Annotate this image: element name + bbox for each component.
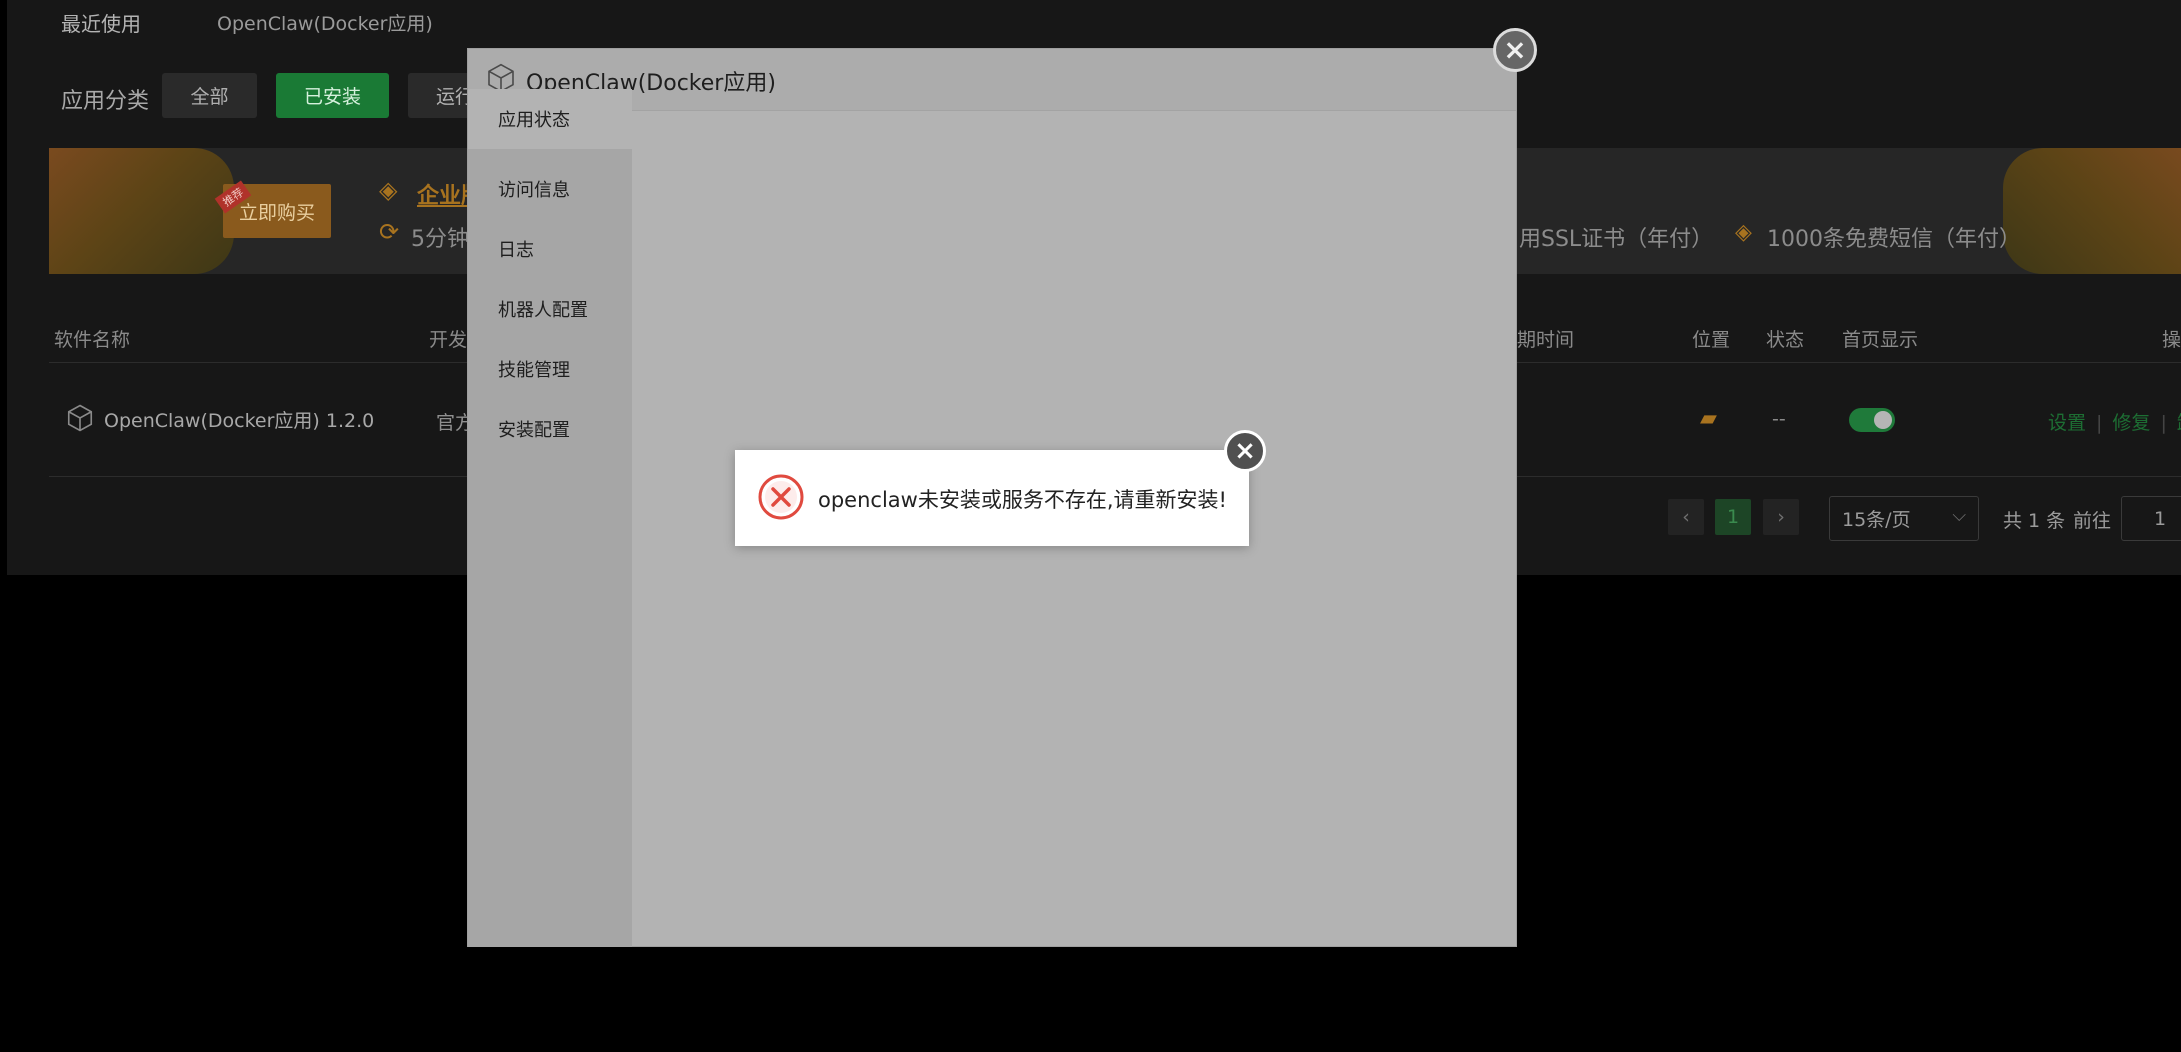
app-name[interactable]: OpenClaw(Docker应用) 1.2.0 [104,406,374,433]
column-header-location: 位置 [1692,329,1731,351]
column-header-homepage: 首页显示 [1842,329,1919,351]
nav-item-bot-config[interactable]: 机器人配置 [468,279,632,339]
nav-item-skill-manage[interactable]: 技能管理 [468,339,632,399]
feature-text-3: 1000条免费短信（年付） [1767,227,2021,252]
column-header-developer: 开发 [429,329,468,351]
category-installed-button[interactable]: 已安装 [276,73,389,118]
column-header-name: 软件名称 [54,329,131,351]
error-message: openclaw未安装或服务不存在,请重新安装! [818,488,1227,512]
recent-label: 最近使用 [61,12,141,36]
toggle-knob [1874,411,1892,429]
prev-page-button[interactable]: ‹ [1668,499,1704,535]
separator: | [2160,412,2167,434]
buy-now-label: 立即购买 [238,201,315,224]
banner-decoration-right [2003,148,2181,274]
homepage-toggle[interactable] [1849,408,1895,432]
feature-text-1: 5分钟 [411,227,469,252]
goto-label: 前往 [2073,510,2112,532]
row-actions: 设置 | 修复 | 卸 [2048,408,2181,435]
cube-icon [67,404,93,432]
nav-item-access-info[interactable]: 访问信息 [468,159,632,219]
column-header-expire: 期时间 [1517,329,1575,351]
category-all-button[interactable]: 全部 [162,73,257,118]
category-label: 应用分类 [61,89,150,114]
banner-decoration-left [49,148,234,274]
current-page-button[interactable]: 1 [1715,499,1751,535]
total-count: 共 1 条 [2003,510,2066,532]
error-icon [758,474,804,520]
app-status: -- [1772,408,1786,430]
next-page-button[interactable]: › [1763,499,1799,535]
column-header-status: 状态 [1766,329,1805,351]
column-header-ops: 操 [2162,329,2181,351]
nav-item-logs[interactable]: 日志 [468,219,632,279]
toast-close-button[interactable]: × [1224,430,1266,472]
repair-link[interactable]: 修复 [2112,412,2150,434]
nav-item-app-status[interactable]: 应用状态 [468,89,632,149]
page-size-value: 15条/页 [1842,509,1911,531]
separator: | [2096,412,2103,434]
feature-text-2: 用SSL证书（年付） [1519,227,1714,252]
recent-item-openclaw[interactable]: OpenClaw(Docker应用) [217,9,433,36]
gem-icon: ◈ [379,176,398,204]
buy-now-button[interactable]: 推荐 立即购买 [214,180,331,238]
page-size-select[interactable]: 15条/页 ⌵ [1829,496,1979,541]
nav-item-install-config[interactable]: 安装配置 [468,399,632,459]
goto-page-input[interactable]: 1 [2121,496,2181,541]
error-toast: openclaw未安装或服务不存在,请重新安装! [735,450,1249,546]
gem-icon: ◈ [1735,220,1752,245]
clock-icon: ⟳ [379,218,400,246]
uninstall-link[interactable]: 卸 [2177,412,2181,434]
folder-icon[interactable]: ▰ [1700,406,1717,431]
chevron-down-icon: ⌵ [1952,505,1966,526]
modal-side-nav: 应用状态 访问信息 日志 机器人配置 技能管理 安装配置 [468,89,632,947]
settings-link[interactable]: 设置 [2048,412,2086,434]
modal-close-button[interactable]: × [1493,28,1537,72]
